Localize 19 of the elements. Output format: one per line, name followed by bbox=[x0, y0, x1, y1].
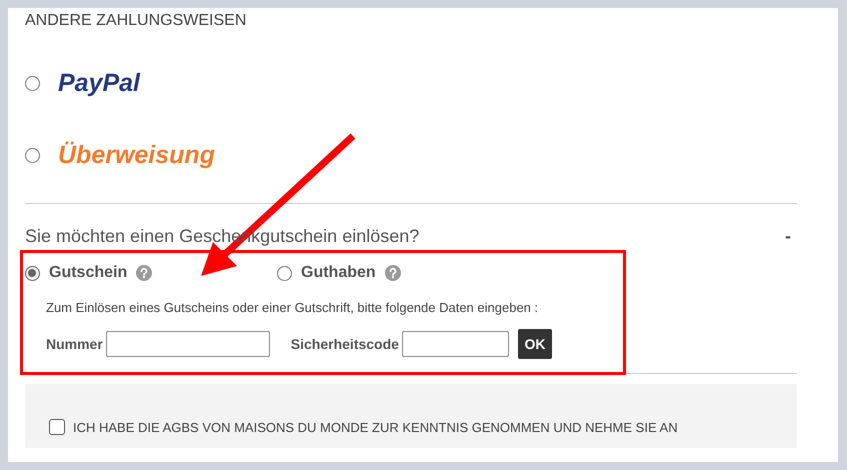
option-label[interactable]: Gutschein bbox=[49, 264, 128, 282]
radio-button[interactable] bbox=[25, 266, 40, 280]
payment-logo[interactable]: PayPal bbox=[58, 68, 140, 98]
instructions-text: Zum Einlösen eines Gutscheins oder einer Gutschrift, bitte folgende Daten eingeben : bbox=[46, 300, 540, 315]
section-title: ANDERE ZAHLUNGSWEISEN bbox=[25, 12, 248, 31]
radio-button[interactable] bbox=[277, 266, 292, 280]
checkbox[interactable] bbox=[49, 419, 65, 435]
field-label: Sicherheitscode bbox=[290, 336, 399, 352]
collapse-toggle[interactable]: - bbox=[785, 226, 791, 247]
input-field[interactable] bbox=[106, 331, 270, 357]
ok-button[interactable]: OK bbox=[518, 329, 552, 359]
terms-label[interactable]: ICH HABE DIE AGBS VON MAISONS DU MONDE ZUR KENNTNIS GENOMMEN UND NEHME SIE AN bbox=[73, 420, 678, 434]
input-field[interactable] bbox=[402, 331, 509, 357]
field-label: Nummer bbox=[46, 336, 103, 352]
help-icon[interactable] bbox=[136, 265, 152, 281]
radio-button[interactable] bbox=[25, 76, 40, 90]
option-label[interactable]: Guthaben bbox=[301, 264, 376, 282]
radio-button[interactable] bbox=[25, 148, 40, 162]
help-icon[interactable] bbox=[384, 265, 401, 281]
